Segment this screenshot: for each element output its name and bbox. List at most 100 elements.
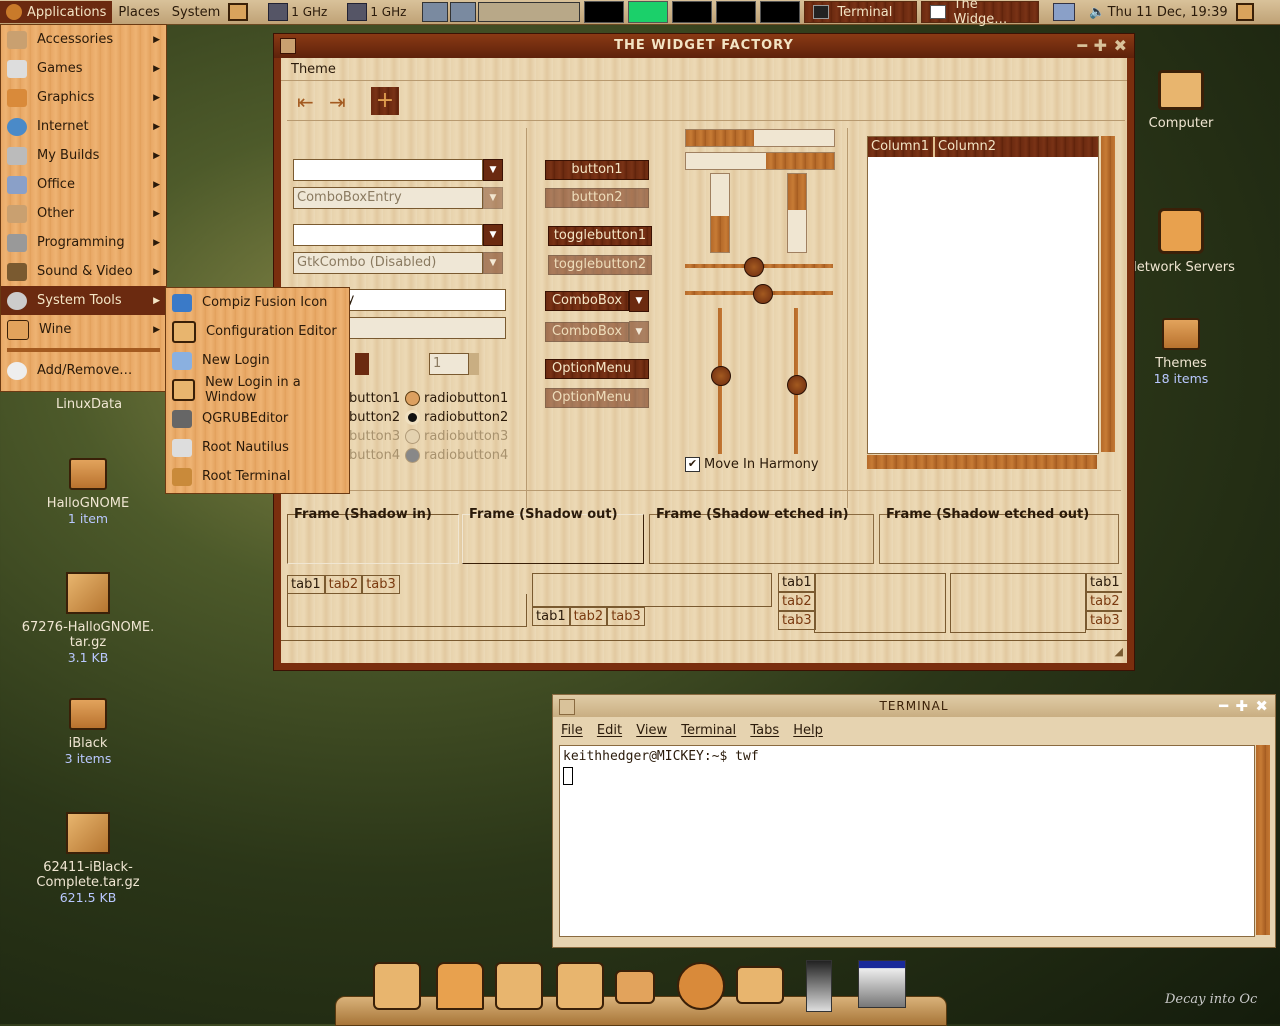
move-in-harmony-check[interactable]: ✔ Move In Harmony <box>685 457 819 472</box>
workspace-2[interactable] <box>450 2 477 22</box>
window-titlebar[interactable]: THE WIDGET FACTORY ━ ✚ ✖ <box>274 34 1134 58</box>
text-editor-icon[interactable] <box>495 962 543 1010</box>
menu-item-accessories[interactable]: Accessories ▶ <box>1 25 166 54</box>
go-last-icon[interactable]: ⇥ <box>329 90 346 114</box>
network-icon[interactable] <box>1053 3 1076 21</box>
tab-3[interactable]: tab3 <box>778 611 816 630</box>
chevron-down-icon[interactable]: ▼ <box>483 159 503 181</box>
gtkcombo-entry[interactable] <box>293 224 483 246</box>
volume-icon[interactable]: 🔈 <box>1089 5 1105 20</box>
tab-2[interactable]: tab2 <box>1086 592 1122 611</box>
desktop-icon-iblack-archive[interactable]: 62411-iBlack- Complete.tar.gz 621.5 KB <box>13 812 163 905</box>
optionmenu[interactable]: OptionMenu <box>545 359 649 379</box>
desktop-icon-iblack[interactable]: iBlack 3 items <box>13 698 163 766</box>
tab-2[interactable]: tab2 <box>324 575 363 594</box>
menu-item-office[interactable]: Office ▶ <box>1 170 166 199</box>
spin-arrows-icon[interactable] <box>355 353 369 375</box>
shutdown-icon[interactable] <box>1235 3 1254 21</box>
folder-icon[interactable] <box>615 970 655 1004</box>
window-menu-icon[interactable] <box>280 38 296 54</box>
show-desktop-icon[interactable] <box>228 3 249 21</box>
tab-1[interactable]: tab1 <box>778 573 816 592</box>
horizontal-scrollbar[interactable] <box>867 455 1097 469</box>
menu-item-add-remove[interactable]: Add/Remove… <box>1 356 166 385</box>
menu-item-root-nautilus[interactable]: Root Nautilus <box>166 433 349 462</box>
tab-2[interactable]: tab2 <box>778 592 816 611</box>
combobox-button[interactable]: ComboBox <box>545 291 629 311</box>
mail-icon[interactable] <box>736 966 784 1004</box>
tab-3[interactable]: tab3 <box>607 607 645 626</box>
menu-item-system-tools[interactable]: System Tools ▶ <box>1 286 166 315</box>
globe-icon[interactable] <box>677 962 725 1010</box>
hscale-knob-2[interactable] <box>753 284 773 304</box>
menu-item-qgrubeditor[interactable]: QGRUBEditor <box>166 404 349 433</box>
menu-item-other[interactable]: Other ▶ <box>1 199 166 228</box>
menu-file[interactable]: File <box>561 723 583 738</box>
add-icon[interactable]: + <box>371 87 399 115</box>
menu-item-compiz-fusion-icon[interactable]: Compiz Fusion Icon <box>166 288 349 317</box>
vertical-scrollbar[interactable] <box>1101 136 1115 452</box>
combobox-entry-empty[interactable] <box>293 159 483 181</box>
task-terminal[interactable]: Terminal <box>804 1 918 23</box>
menu-item-programming[interactable]: Programming ▶ <box>1 228 166 257</box>
menu-item-wine[interactable]: Wine ▶ <box>1 315 166 344</box>
desktop-icon-hallognome-archive[interactable]: 67276-HalloGNOME. tar.gz 3.1 KB <box>13 572 163 665</box>
menu-theme[interactable]: Theme <box>291 62 336 77</box>
tab-3[interactable]: tab3 <box>362 575 400 594</box>
chevron-down-icon[interactable]: ▼ <box>483 224 503 246</box>
chevron-down-icon[interactable]: ▼ <box>629 290 649 312</box>
vscale-knob-1[interactable] <box>711 366 731 386</box>
places-menu[interactable]: Places <box>112 1 165 23</box>
maximize-icon[interactable]: ✚ <box>1235 695 1249 717</box>
workspace-3[interactable] <box>478 2 581 22</box>
menu-item-internet[interactable]: Internet ▶ <box>1 112 166 141</box>
menu-item-new-login[interactable]: New Login <box>166 346 349 375</box>
minimize-icon[interactable]: ━ <box>1077 34 1088 58</box>
checkbutton-1[interactable]: button1 <box>349 389 400 408</box>
togglebutton1[interactable]: togglebutton1 <box>548 226 652 246</box>
radiobutton-1[interactable]: radiobutton1 <box>405 389 508 408</box>
terminal-titlebar[interactable]: TERMINAL ━ ✚ ✖ <box>553 695 1275 717</box>
column1-header[interactable]: Column1 <box>868 137 935 157</box>
dock-window-icon[interactable] <box>373 962 421 1010</box>
checkbutton-2[interactable]: button2 <box>349 408 400 427</box>
menu-item-root-terminal[interactable]: Root Terminal <box>166 462 349 491</box>
radiobutton-2[interactable]: radiobutton2 <box>405 408 508 427</box>
resize-grip-icon[interactable]: ◢ <box>1115 645 1123 658</box>
vscale-knob-2[interactable] <box>787 375 807 395</box>
system-menu[interactable]: System <box>166 1 226 23</box>
minimize-icon[interactable]: ━ <box>1219 695 1229 717</box>
menu-edit[interactable]: Edit <box>597 723 622 738</box>
menu-item-configuration-editor[interactable]: Configuration Editor <box>166 317 349 346</box>
linuxdata-label[interactable]: LinuxData <box>56 397 122 412</box>
menu-item-my-builds[interactable]: My Builds ▶ <box>1 141 166 170</box>
close-icon[interactable]: ✖ <box>1114 34 1128 58</box>
menu-item-graphics[interactable]: Graphics ▶ <box>1 83 166 112</box>
display-icon[interactable] <box>858 960 906 1008</box>
menu-help[interactable]: Help <box>793 723 823 738</box>
home-icon[interactable] <box>436 962 484 1010</box>
menu-item-sound-video[interactable]: Sound & Video ▶ <box>1 257 166 286</box>
menu-terminal[interactable]: Terminal <box>681 723 736 738</box>
menu-tabs[interactable]: Tabs <box>750 723 779 738</box>
desktop-icon-hallognome[interactable]: HalloGNOME 1 item <box>13 458 163 526</box>
menu-item-new-login-window[interactable]: New Login in a Window <box>166 375 349 405</box>
close-icon[interactable]: ✖ <box>1255 695 1269 717</box>
media-player-icon[interactable] <box>806 960 832 1012</box>
tab-3[interactable]: tab3 <box>1086 611 1122 630</box>
tab-1[interactable]: tab1 <box>532 607 570 626</box>
terminal-scrollbar[interactable] <box>1256 745 1270 935</box>
clock[interactable]: Thu 11 Dec, 19:39 <box>1108 5 1228 20</box>
hscale-knob-1[interactable] <box>744 257 764 277</box>
menu-item-games[interactable]: Games ▶ <box>1 54 166 83</box>
terminal-screen[interactable]: keithhedger@MICKEY:~$ twf <box>559 745 1255 937</box>
button1[interactable]: button1 <box>545 160 649 180</box>
tab-2[interactable]: tab2 <box>569 607 608 626</box>
column2-header[interactable]: Column2 <box>935 137 996 157</box>
task-widget-factory[interactable]: The Widge… <box>921 0 1040 27</box>
workspace-1[interactable] <box>422 2 449 22</box>
terminal-dock-icon[interactable] <box>556 962 604 1010</box>
tab-1[interactable]: tab1 <box>287 575 325 594</box>
workspace-switcher[interactable] <box>420 2 581 22</box>
maximize-icon[interactable]: ✚ <box>1094 34 1108 58</box>
